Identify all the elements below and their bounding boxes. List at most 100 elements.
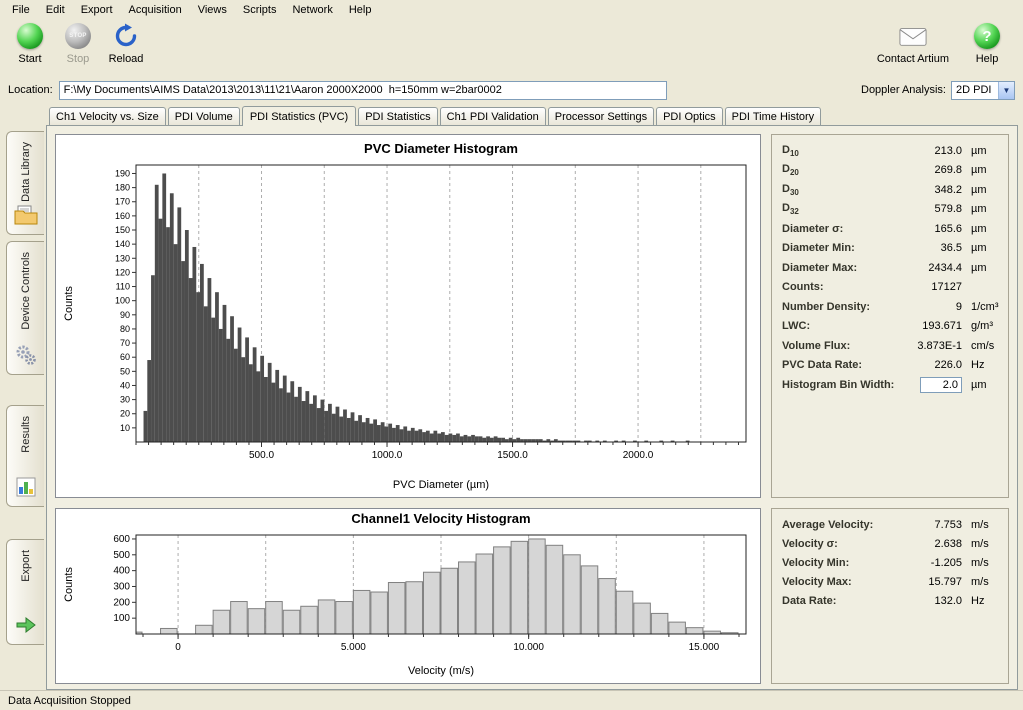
- doppler-analysis-select[interactable]: 2D PDI ▼: [951, 81, 1015, 100]
- stat-value: 2434.4: [928, 262, 962, 274]
- reload-icon: [112, 23, 140, 49]
- stat-value: 2.638: [934, 538, 962, 550]
- menu-item-help[interactable]: Help: [341, 2, 380, 18]
- stat-unit: µm: [962, 223, 998, 235]
- tab-pdi-time-history[interactable]: PDI Time History: [725, 107, 822, 125]
- menu-item-acquisition[interactable]: Acquisition: [121, 2, 190, 18]
- svg-text:190: 190: [115, 168, 130, 178]
- tab-ch1-velocity-vs-size[interactable]: Ch1 Velocity vs. Size: [49, 107, 166, 125]
- stat-unit: m/s: [962, 519, 998, 531]
- stat-label: D10: [782, 144, 934, 158]
- stat-label: Velocity Min:: [782, 557, 931, 569]
- svg-text:180: 180: [115, 183, 130, 193]
- tab-ch1-pdi-validation[interactable]: Ch1 PDI Validation: [440, 107, 546, 125]
- pvc-stats-panel: D10213.0µmD20269.8µmD30348.2µmD32579.8µm…: [771, 134, 1009, 498]
- sidebar-item-data-library[interactable]: Data Library: [6, 131, 44, 235]
- velocity-histogram-chart: 05.00010.00015.000100200300400500600Chan…: [55, 508, 761, 684]
- tab-bar: Ch1 Velocity vs. SizePDI VolumePDI Stati…: [46, 103, 1018, 125]
- stat-value: 193.671: [922, 320, 962, 332]
- stat-value: 226.0: [934, 359, 962, 371]
- start-button-label: Start: [18, 53, 41, 65]
- stat-label: Velocity Max:: [782, 576, 928, 588]
- menu-item-edit[interactable]: Edit: [38, 2, 73, 18]
- sidebar-item-device-controls[interactable]: Device Controls: [6, 241, 44, 375]
- sidebar-item-results[interactable]: Results: [6, 405, 44, 507]
- velocity-stats-panel: Average Velocity:7.753m/sVelocity σ:2.63…: [771, 508, 1009, 684]
- tab-pdi-statistics-pvc[interactable]: PDI Statistics (PVC): [242, 106, 356, 126]
- svg-text:100: 100: [113, 613, 130, 624]
- pvc-stat-row: Volume Flux:3.873E-1cm/s: [782, 336, 998, 356]
- sidebar-item-label: Export: [20, 550, 32, 582]
- stat-value: 15.797: [928, 576, 962, 588]
- contact-artium-button[interactable]: Contact Artium: [877, 23, 949, 65]
- svg-text:30: 30: [120, 395, 130, 405]
- tab-pdi-statistics[interactable]: PDI Statistics: [358, 107, 437, 125]
- help-button[interactable]: ? Help: [965, 23, 1009, 65]
- sidebar-item-export[interactable]: Export: [6, 539, 44, 645]
- location-input[interactable]: [59, 81, 667, 100]
- velocity-stat-row: Data Rate:132.0Hz: [782, 591, 998, 610]
- stat-unit: g/m³: [962, 320, 998, 332]
- pvc-stat-row: Number Density:91/cm³: [782, 297, 998, 317]
- svg-text:Counts: Counts: [63, 567, 75, 602]
- stat-value: 36.5: [941, 242, 962, 254]
- stat-value: 7.753: [934, 519, 962, 531]
- svg-text:300: 300: [113, 581, 130, 592]
- stat-unit: cm/s: [962, 340, 998, 352]
- svg-text:400: 400: [113, 566, 130, 577]
- svg-text:10: 10: [120, 423, 130, 433]
- help-button-label: Help: [976, 53, 999, 65]
- stat-value: 348.2: [934, 184, 962, 196]
- stat-label: Volume Flux:: [782, 340, 917, 352]
- svg-text:160: 160: [115, 211, 130, 221]
- stat-label: Velocity σ:: [782, 538, 934, 550]
- menu-item-scripts[interactable]: Scripts: [235, 2, 285, 18]
- menu-item-views[interactable]: Views: [190, 2, 235, 18]
- stat-label: Counts:: [782, 281, 931, 293]
- histogram-bin-width-input[interactable]: [920, 377, 962, 393]
- start-button[interactable]: Start: [8, 23, 52, 65]
- svg-text:70: 70: [120, 338, 130, 348]
- stat-label: LWC:: [782, 320, 922, 332]
- status-bar: Data Acquisition Stopped: [0, 690, 1023, 710]
- menu-item-export[interactable]: Export: [73, 2, 121, 18]
- svg-text:150: 150: [115, 225, 130, 235]
- velocity-section: 05.00010.00015.000100200300400500600Chan…: [55, 508, 1009, 684]
- svg-text:500: 500: [113, 550, 130, 561]
- svg-text:200: 200: [113, 597, 130, 608]
- sidebar-item-label: Data Library: [20, 142, 32, 202]
- tab-pdi-optics[interactable]: PDI Optics: [656, 107, 723, 125]
- stat-value: 165.6: [934, 223, 962, 235]
- tab-pdi-volume[interactable]: PDI Volume: [168, 107, 240, 125]
- chevron-down-icon: ▼: [998, 82, 1014, 99]
- svg-text:60: 60: [120, 352, 130, 362]
- pvc-stat-row: Histogram Bin Width:µm: [782, 375, 998, 395]
- svg-text:10.000: 10.000: [513, 642, 544, 653]
- start-icon: [17, 23, 43, 49]
- menu-item-file[interactable]: File: [4, 2, 38, 18]
- stat-value: 132.0: [934, 595, 962, 607]
- velocity-stat-row: Velocity σ:2.638m/s: [782, 534, 998, 553]
- svg-text:20: 20: [120, 409, 130, 419]
- tab-processor-settings[interactable]: Processor Settings: [548, 107, 654, 125]
- svg-text:170: 170: [115, 197, 130, 207]
- stat-label: Diameter Min:: [782, 242, 941, 254]
- stat-label: PVC Data Rate:: [782, 359, 934, 371]
- stat-unit: µm: [962, 203, 998, 215]
- svg-text:1000.0: 1000.0: [372, 450, 403, 461]
- menu-item-network[interactable]: Network: [284, 2, 340, 18]
- reload-button[interactable]: Reload: [104, 23, 148, 65]
- gears-icon: [14, 344, 38, 366]
- pvc-stat-row: Counts:17127: [782, 278, 998, 298]
- svg-text:0: 0: [175, 642, 181, 653]
- stat-unit: m/s: [962, 557, 998, 569]
- svg-text:80: 80: [120, 324, 130, 334]
- svg-text:130: 130: [115, 253, 130, 263]
- stop-button[interactable]: STOP Stop: [56, 23, 100, 65]
- stat-value: 269.8: [934, 164, 962, 176]
- main-area: Data Library Device Controls Results Export…: [0, 103, 1023, 690]
- toolbar: Start STOP Stop Reload: [0, 19, 1023, 77]
- stat-unit: m/s: [962, 576, 998, 588]
- stat-unit: µm: [962, 379, 998, 391]
- pdi-statistics-pvc-page: 500.01000.01500.02000.010203040506070809…: [46, 125, 1018, 690]
